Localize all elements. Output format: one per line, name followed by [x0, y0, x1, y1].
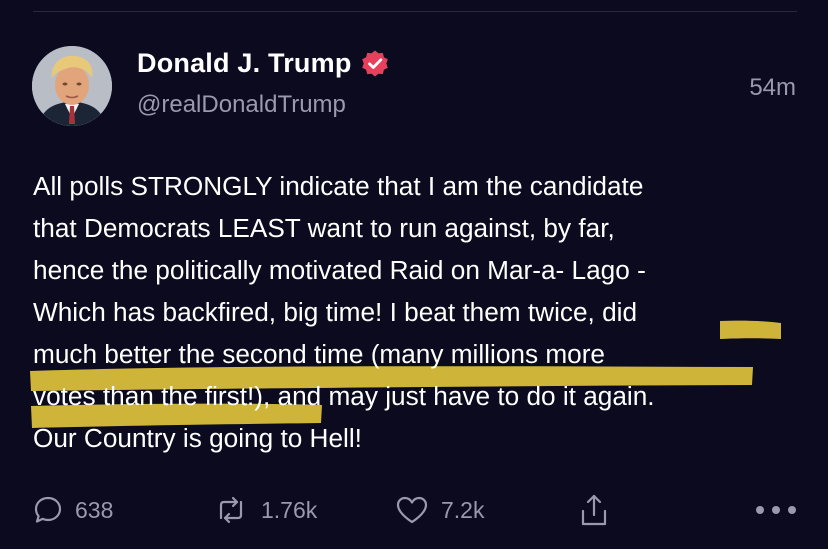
heart-icon [396, 496, 428, 524]
verified-badge-icon [361, 50, 388, 76]
post-action-bar: 638 1.76k 7.2k [33, 488, 798, 532]
post-timestamp[interactable]: 54m [749, 74, 796, 102]
post-body: All polls STRONGLY indicate that I am th… [33, 165, 813, 459]
post-body-line: Which has backfired, big time! I beat th… [33, 297, 638, 327]
repost-arrows-icon [219, 496, 243, 524]
post-body-line: hence the politically motivated Raid on … [33, 255, 646, 285]
share-button[interactable] [579, 488, 609, 532]
repost-button[interactable]: 1.76k [213, 488, 317, 532]
reply-count: 638 [75, 496, 114, 523]
author-handle[interactable]: @realDonaldTrump [137, 91, 346, 119]
post-body-line: votes than the first!), and may just hav… [33, 381, 655, 411]
speech-bubble-icon [34, 496, 62, 523]
reply-button[interactable]: 638 [33, 488, 113, 532]
post-body-line: much better the second time (many millio… [33, 339, 605, 369]
repost-count: 1.76k [261, 496, 318, 523]
avatar[interactable] [32, 46, 112, 126]
post-body-line: All polls STRONGLY indicate that I am th… [33, 171, 644, 201]
author-name-row: Donald J. Trump [137, 48, 390, 79]
post-body-line: that Democrats LEAST want to run against… [33, 213, 615, 243]
more-options-button[interactable] [754, 488, 798, 532]
author-display-name[interactable]: Donald J. Trump [137, 48, 352, 79]
avatar-portrait [32, 46, 112, 126]
top-divider [33, 11, 797, 12]
more-dots-icon [756, 506, 796, 514]
like-button[interactable]: 7.2k [395, 488, 484, 532]
like-count: 7.2k [441, 496, 485, 523]
share-upload-icon [581, 494, 607, 526]
post-body-line: Our Country is going to Hell! [33, 423, 362, 453]
